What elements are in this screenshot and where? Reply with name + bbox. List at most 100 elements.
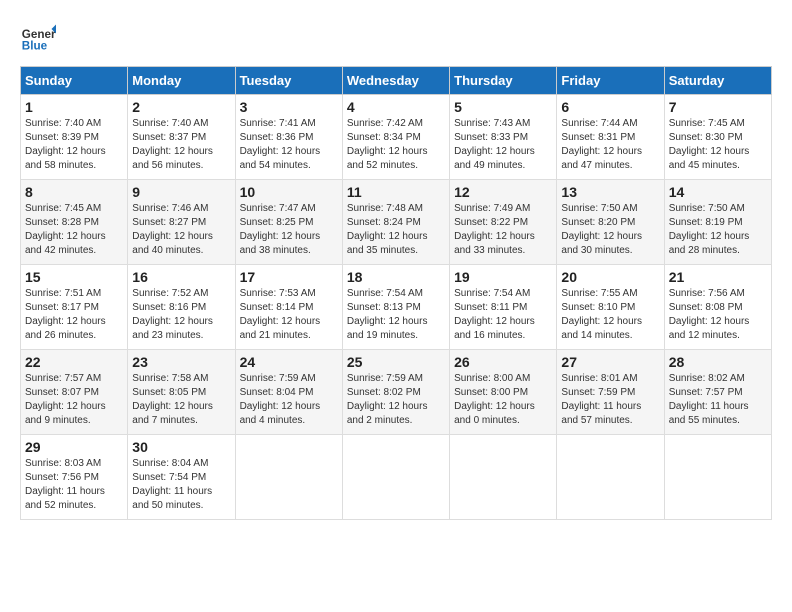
calendar-cell: 19 Sunrise: 7:54 AM Sunset: 8:11 PM Dayl… (450, 265, 557, 350)
day-info: Sunrise: 7:43 AM Sunset: 8:33 PM Dayligh… (454, 117, 552, 173)
day-number: 1 (25, 99, 123, 115)
calendar-cell (557, 435, 664, 520)
day-number: 20 (561, 269, 659, 285)
calendar-cell: 13 Sunrise: 7:50 AM Sunset: 8:20 PM Dayl… (557, 180, 664, 265)
header-day-tuesday: Tuesday (235, 67, 342, 95)
calendar-cell: 29 Sunrise: 8:03 AM Sunset: 7:56 PM Dayl… (21, 435, 128, 520)
calendar-cell: 24 Sunrise: 7:59 AM Sunset: 8:04 PM Dayl… (235, 350, 342, 435)
header-day-wednesday: Wednesday (342, 67, 449, 95)
calendar-cell: 16 Sunrise: 7:52 AM Sunset: 8:16 PM Dayl… (128, 265, 235, 350)
day-info: Sunrise: 7:57 AM Sunset: 8:07 PM Dayligh… (25, 372, 123, 428)
calendar-cell: 9 Sunrise: 7:46 AM Sunset: 8:27 PM Dayli… (128, 180, 235, 265)
calendar-cell (235, 435, 342, 520)
calendar-cell (450, 435, 557, 520)
day-info: Sunrise: 7:59 AM Sunset: 8:04 PM Dayligh… (240, 372, 338, 428)
header-day-sunday: Sunday (21, 67, 128, 95)
day-number: 28 (669, 354, 767, 370)
calendar-cell: 18 Sunrise: 7:54 AM Sunset: 8:13 PM Dayl… (342, 265, 449, 350)
day-number: 21 (669, 269, 767, 285)
svg-text:Blue: Blue (22, 40, 48, 53)
day-info: Sunrise: 7:53 AM Sunset: 8:14 PM Dayligh… (240, 287, 338, 343)
day-number: 27 (561, 354, 659, 370)
logo: General Blue (20, 20, 56, 56)
day-number: 4 (347, 99, 445, 115)
day-number: 16 (132, 269, 230, 285)
day-number: 30 (132, 439, 230, 455)
calendar-cell: 1 Sunrise: 7:40 AM Sunset: 8:39 PM Dayli… (21, 95, 128, 180)
day-info: Sunrise: 7:52 AM Sunset: 8:16 PM Dayligh… (132, 287, 230, 343)
calendar-week-row: 29 Sunrise: 8:03 AM Sunset: 7:56 PM Dayl… (21, 435, 772, 520)
day-info: Sunrise: 7:50 AM Sunset: 8:20 PM Dayligh… (561, 202, 659, 258)
calendar-cell: 28 Sunrise: 8:02 AM Sunset: 7:57 PM Dayl… (664, 350, 771, 435)
calendar-cell: 6 Sunrise: 7:44 AM Sunset: 8:31 PM Dayli… (557, 95, 664, 180)
calendar-cell: 26 Sunrise: 8:00 AM Sunset: 8:00 PM Dayl… (450, 350, 557, 435)
day-info: Sunrise: 7:41 AM Sunset: 8:36 PM Dayligh… (240, 117, 338, 173)
day-number: 24 (240, 354, 338, 370)
header-day-friday: Friday (557, 67, 664, 95)
calendar-cell: 30 Sunrise: 8:04 AM Sunset: 7:54 PM Dayl… (128, 435, 235, 520)
day-info: Sunrise: 7:45 AM Sunset: 8:30 PM Dayligh… (669, 117, 767, 173)
header-day-thursday: Thursday (450, 67, 557, 95)
day-number: 17 (240, 269, 338, 285)
calendar-cell: 11 Sunrise: 7:48 AM Sunset: 8:24 PM Dayl… (342, 180, 449, 265)
day-info: Sunrise: 8:02 AM Sunset: 7:57 PM Dayligh… (669, 372, 767, 428)
day-number: 2 (132, 99, 230, 115)
header: General Blue (20, 20, 772, 56)
calendar-cell: 2 Sunrise: 7:40 AM Sunset: 8:37 PM Dayli… (128, 95, 235, 180)
day-number: 9 (132, 184, 230, 200)
day-info: Sunrise: 7:49 AM Sunset: 8:22 PM Dayligh… (454, 202, 552, 258)
day-number: 25 (347, 354, 445, 370)
header-day-saturday: Saturday (664, 67, 771, 95)
calendar-week-row: 1 Sunrise: 7:40 AM Sunset: 8:39 PM Dayli… (21, 95, 772, 180)
day-number: 26 (454, 354, 552, 370)
day-number: 18 (347, 269, 445, 285)
calendar-cell: 4 Sunrise: 7:42 AM Sunset: 8:34 PM Dayli… (342, 95, 449, 180)
day-info: Sunrise: 7:40 AM Sunset: 8:39 PM Dayligh… (25, 117, 123, 173)
day-number: 5 (454, 99, 552, 115)
day-info: Sunrise: 7:55 AM Sunset: 8:10 PM Dayligh… (561, 287, 659, 343)
day-number: 19 (454, 269, 552, 285)
day-info: Sunrise: 8:03 AM Sunset: 7:56 PM Dayligh… (25, 457, 123, 513)
calendar-cell: 20 Sunrise: 7:55 AM Sunset: 8:10 PM Dayl… (557, 265, 664, 350)
calendar-header-row: SundayMondayTuesdayWednesdayThursdayFrid… (21, 67, 772, 95)
calendar-week-row: 22 Sunrise: 7:57 AM Sunset: 8:07 PM Dayl… (21, 350, 772, 435)
day-number: 11 (347, 184, 445, 200)
day-info: Sunrise: 8:04 AM Sunset: 7:54 PM Dayligh… (132, 457, 230, 513)
day-number: 15 (25, 269, 123, 285)
calendar-cell: 7 Sunrise: 7:45 AM Sunset: 8:30 PM Dayli… (664, 95, 771, 180)
day-info: Sunrise: 7:51 AM Sunset: 8:17 PM Dayligh… (25, 287, 123, 343)
calendar-table: SundayMondayTuesdayWednesdayThursdayFrid… (20, 66, 772, 520)
day-number: 8 (25, 184, 123, 200)
calendar-cell: 21 Sunrise: 7:56 AM Sunset: 8:08 PM Dayl… (664, 265, 771, 350)
day-number: 12 (454, 184, 552, 200)
day-info: Sunrise: 7:54 AM Sunset: 8:11 PM Dayligh… (454, 287, 552, 343)
calendar-week-row: 15 Sunrise: 7:51 AM Sunset: 8:17 PM Dayl… (21, 265, 772, 350)
day-number: 13 (561, 184, 659, 200)
day-number: 14 (669, 184, 767, 200)
calendar-cell: 5 Sunrise: 7:43 AM Sunset: 8:33 PM Dayli… (450, 95, 557, 180)
calendar-cell (664, 435, 771, 520)
calendar-cell: 8 Sunrise: 7:45 AM Sunset: 8:28 PM Dayli… (21, 180, 128, 265)
day-info: Sunrise: 7:50 AM Sunset: 8:19 PM Dayligh… (669, 202, 767, 258)
day-number: 23 (132, 354, 230, 370)
day-info: Sunrise: 7:48 AM Sunset: 8:24 PM Dayligh… (347, 202, 445, 258)
day-number: 22 (25, 354, 123, 370)
calendar-cell: 12 Sunrise: 7:49 AM Sunset: 8:22 PM Dayl… (450, 180, 557, 265)
calendar-cell: 17 Sunrise: 7:53 AM Sunset: 8:14 PM Dayl… (235, 265, 342, 350)
day-info: Sunrise: 7:44 AM Sunset: 8:31 PM Dayligh… (561, 117, 659, 173)
day-number: 10 (240, 184, 338, 200)
logo-icon: General Blue (20, 20, 56, 56)
calendar-cell: 27 Sunrise: 8:01 AM Sunset: 7:59 PM Dayl… (557, 350, 664, 435)
calendar-cell: 10 Sunrise: 7:47 AM Sunset: 8:25 PM Dayl… (235, 180, 342, 265)
header-day-monday: Monday (128, 67, 235, 95)
calendar-cell (342, 435, 449, 520)
calendar-cell: 23 Sunrise: 7:58 AM Sunset: 8:05 PM Dayl… (128, 350, 235, 435)
day-number: 29 (25, 439, 123, 455)
calendar-cell: 22 Sunrise: 7:57 AM Sunset: 8:07 PM Dayl… (21, 350, 128, 435)
day-info: Sunrise: 7:45 AM Sunset: 8:28 PM Dayligh… (25, 202, 123, 258)
calendar-cell: 14 Sunrise: 7:50 AM Sunset: 8:19 PM Dayl… (664, 180, 771, 265)
day-number: 6 (561, 99, 659, 115)
day-info: Sunrise: 7:54 AM Sunset: 8:13 PM Dayligh… (347, 287, 445, 343)
day-info: Sunrise: 7:47 AM Sunset: 8:25 PM Dayligh… (240, 202, 338, 258)
day-number: 3 (240, 99, 338, 115)
